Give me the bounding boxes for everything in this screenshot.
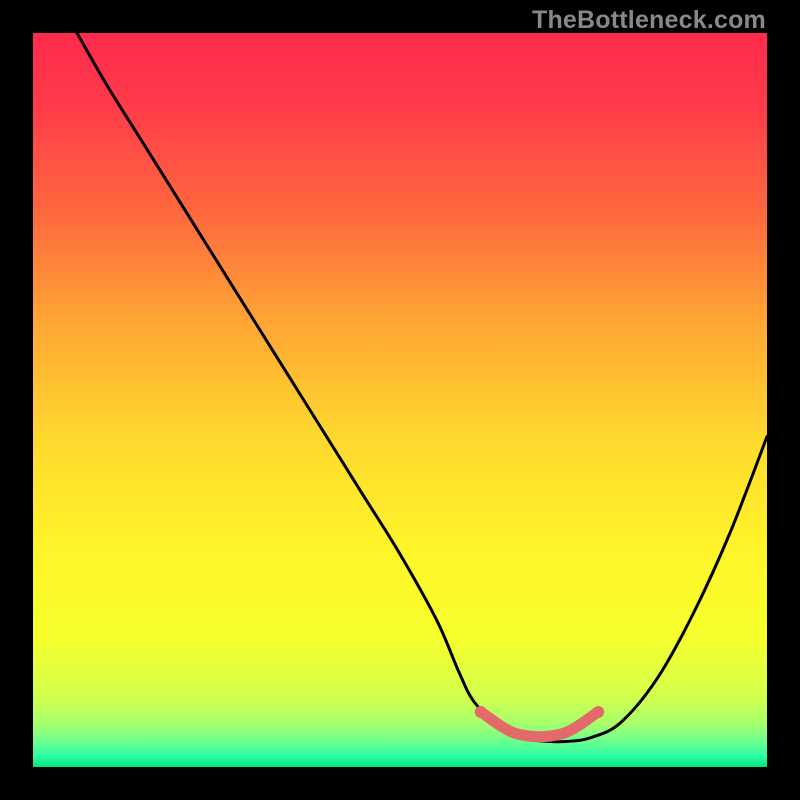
optimal-range-dot-left bbox=[475, 706, 487, 718]
optimal-range-dot-right bbox=[592, 706, 604, 718]
curve-layer bbox=[33, 33, 767, 767]
bottleneck-curve bbox=[77, 33, 767, 742]
optimal-range-highlight bbox=[481, 712, 598, 737]
watermark-text: TheBottleneck.com bbox=[532, 6, 766, 35]
plot-area bbox=[33, 33, 767, 767]
chart-frame: TheBottleneck.com bbox=[0, 0, 800, 800]
